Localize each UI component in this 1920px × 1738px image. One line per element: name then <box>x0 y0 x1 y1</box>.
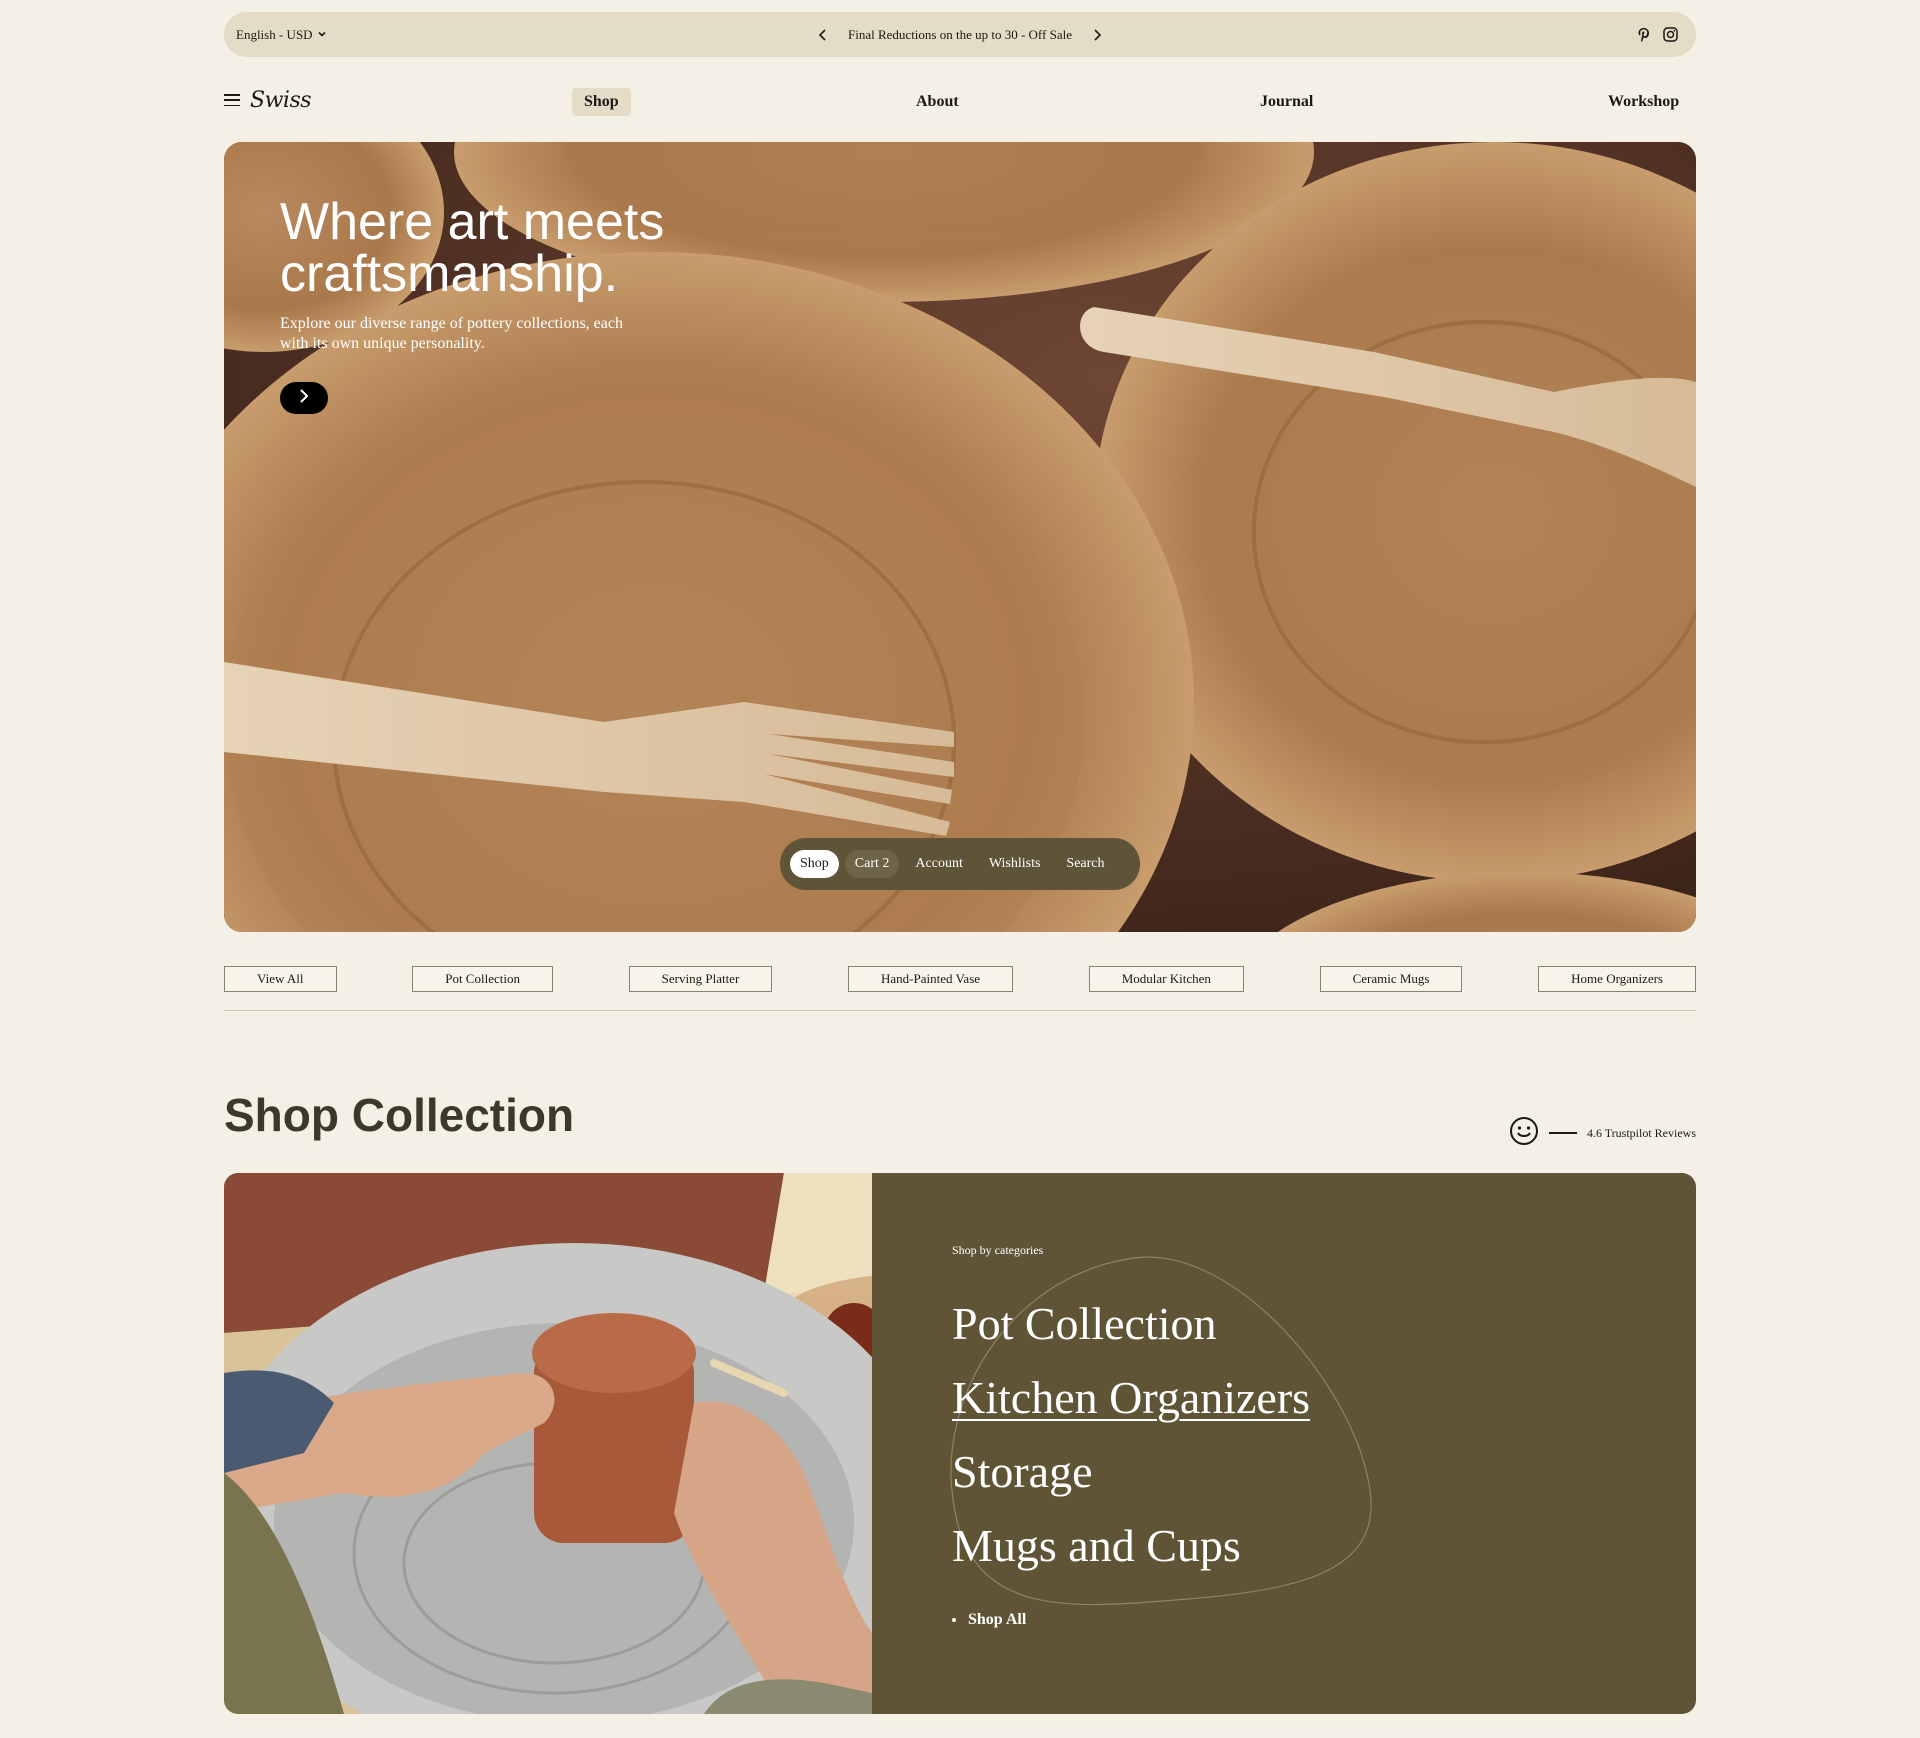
pinterest-icon[interactable] <box>1636 27 1652 43</box>
chevron-down-icon <box>317 27 327 43</box>
chevron-left-icon[interactable] <box>814 26 832 44</box>
dock-search[interactable]: Search <box>1056 850 1114 878</box>
language-currency-selector[interactable]: English - USD <box>236 27 327 43</box>
nav-workshop[interactable]: Workshop <box>1596 88 1691 116</box>
chip-ceramic-mugs[interactable]: Ceramic Mugs <box>1319 966 1463 992</box>
hero-subtitle: Explore our diverse range of pottery col… <box>280 315 623 352</box>
nav-shop[interactable]: Shop <box>572 88 631 116</box>
language-label: English - USD <box>236 26 313 42</box>
trustpilot-row: 4.6 Trustpilot Reviews <box>224 1116 1696 1146</box>
trustpilot-badge[interactable]: 4.6 Trustpilot Reviews <box>1509 1116 1696 1150</box>
category-link-kitchen-organizers[interactable]: Kitchen Organizers <box>952 1361 1310 1435</box>
chip-serving-platter[interactable]: Serving Platter <box>628 966 773 992</box>
chevron-right-icon <box>299 388 309 408</box>
category-link-storage[interactable]: Storage <box>952 1435 1310 1509</box>
site-header: Swiss Shop About Journal Workshop <box>224 82 1696 118</box>
hero-title: Where art meets craftsmanship. <box>280 193 665 303</box>
dock-shop[interactable]: Shop <box>790 850 839 878</box>
chip-view-all[interactable]: View All <box>224 966 337 992</box>
hamburger-menu-icon[interactable] <box>224 94 240 106</box>
dock-cart[interactable]: Cart 2 <box>844 850 900 878</box>
announcement-bar: English - USD Final Reductions on the up… <box>224 12 1696 57</box>
smiley-icon <box>1509 1116 1539 1150</box>
floating-dock-nav: Shop Cart 2 Account Wishlists Search <box>780 838 1140 890</box>
chip-home-organizers[interactable]: Home Organizers <box>1538 966 1696 992</box>
nav-about[interactable]: About <box>904 88 971 116</box>
category-link-mugs-and-cups[interactable]: Mugs and Cups <box>952 1509 1310 1583</box>
chip-hand-painted-vase[interactable]: Hand-Painted Vase <box>847 966 1014 992</box>
social-links <box>1636 27 1678 43</box>
panel-kicker: Shop by categories <box>952 1243 1044 1257</box>
hero-banner: Where art meets craftsmanship. Explore o… <box>224 142 1696 932</box>
collection-card: Shop by categories Pot Collection Kitche… <box>224 1173 1696 1714</box>
chip-pot-collection[interactable]: Pot Collection <box>412 966 553 992</box>
bullet-icon <box>952 1618 956 1622</box>
shop-all-label: Shop All <box>968 1611 1027 1628</box>
promo-carousel: Final Reductions on the up to 30 - Off S… <box>814 26 1106 44</box>
dock-wishlists[interactable]: Wishlists <box>979 850 1051 878</box>
category-filter-bar: View All Pot Collection Serving Platter … <box>224 966 1696 992</box>
shop-all-link[interactable]: Shop All <box>952 1611 1026 1629</box>
instagram-icon[interactable] <box>1662 27 1678 43</box>
dock-account[interactable]: Account <box>905 850 972 878</box>
category-link-pot-collection[interactable]: Pot Collection <box>952 1287 1310 1361</box>
dash-divider <box>1548 1132 1577 1134</box>
category-list: Pot Collection Kitchen Organizers Storag… <box>952 1287 1310 1583</box>
promo-text[interactable]: Final Reductions on the up to 30 - Off S… <box>848 27 1072 43</box>
pottery-wheel-image <box>224 1173 1064 1714</box>
categories-panel: Shop by categories Pot Collection Kitche… <box>872 1173 1696 1714</box>
site-logo[interactable]: Swiss <box>250 88 312 113</box>
chevron-right-icon[interactable] <box>1088 26 1106 44</box>
chip-modular-kitchen[interactable]: Modular Kitchen <box>1088 966 1244 992</box>
nav-journal[interactable]: Journal <box>1248 88 1325 116</box>
divider <box>224 1010 1696 1011</box>
hero-cta-button[interactable] <box>280 382 328 414</box>
trustpilot-label: 4.6 Trustpilot Reviews <box>1586 1125 1696 1140</box>
